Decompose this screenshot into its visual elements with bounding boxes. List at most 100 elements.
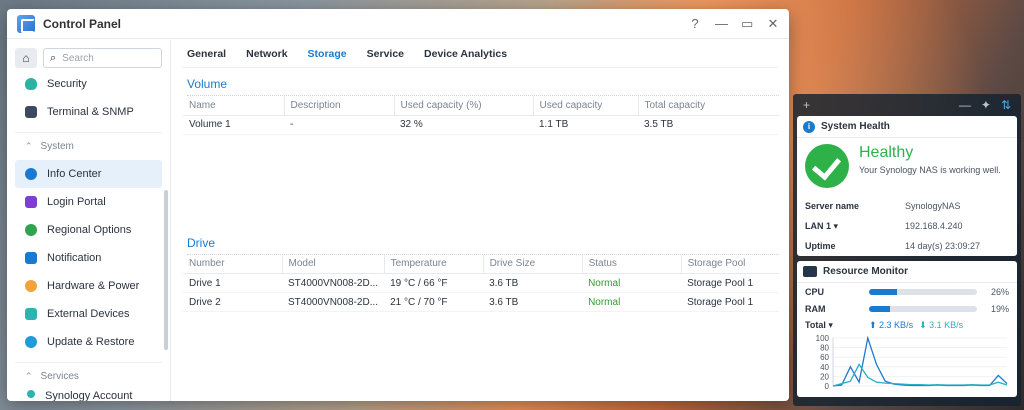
minimize-icon[interactable]: — <box>715 16 728 32</box>
column-header[interactable]: Model <box>282 254 385 274</box>
network-chart: 100 80 60 40 20 0 <box>797 334 1017 395</box>
resource-monitor-widget: Resource Monitor CPU 26% RAM 19% Total ▾… <box>797 261 1017 397</box>
sidebar-item-label: Notification <box>47 252 102 264</box>
volume-table: Name Description Used capacity (%) Used … <box>183 96 779 135</box>
sidebar-item-label: Synology Account <box>45 390 133 401</box>
tab-general[interactable]: General <box>187 48 226 60</box>
column-header[interactable]: Used capacity (%) <box>394 96 534 115</box>
column-header[interactable]: Temperature <box>384 254 484 274</box>
cpu-meter: CPU 26% <box>805 286 1009 297</box>
widgets-toolbar: + — ✦ ⇅ <box>797 94 1017 116</box>
close-icon[interactable]: ✕ <box>767 16 779 32</box>
status-normal: Normal <box>588 277 621 289</box>
control-panel-window: Control Panel ? — ▭ ✕ ⌂ ⌕ Security Te <box>7 9 789 401</box>
sidebar-item-hardware-power[interactable]: Hardware & Power <box>15 272 162 300</box>
tab-storage[interactable]: Storage <box>308 48 347 60</box>
sidebar-item-synology-account[interactable]: Synology Account <box>15 390 162 401</box>
upload-rate: ⬆ 2.3 KB/s <box>869 320 914 330</box>
maximize-icon[interactable]: ▭ <box>741 16 753 32</box>
widgets-panel: + — ✦ ⇅ i System Health Healthy Your Syn… <box>793 94 1021 406</box>
network-chart-svg: 100806040200 <box>816 334 1008 391</box>
sidebar-item-label: External Devices <box>47 308 130 320</box>
search-icon: ⌕ <box>50 51 57 64</box>
column-header[interactable]: Used capacity <box>533 96 639 115</box>
widget-title: System Health <box>821 121 890 132</box>
sidebar-item-terminal-snmp[interactable]: Terminal & SNMP <box>15 98 162 126</box>
sidebar-item-notification[interactable]: Notification <box>15 244 162 272</box>
external-device-icon <box>25 308 37 320</box>
uptime-row: Uptime 14 day(s) 23:09:27 <box>805 241 981 251</box>
y-tick-label: 0 <box>825 382 830 391</box>
volume-section-title: Volume <box>187 77 779 96</box>
checkmark-icon <box>805 144 849 188</box>
shield-icon <box>25 78 37 90</box>
system-health-widget: i System Health Healthy Your Synology NA… <box>797 116 1017 256</box>
window-controls: ? — ▭ ✕ <box>689 16 779 32</box>
y-tick-label: 40 <box>820 363 829 372</box>
section-services[interactable]: ⌃ Services <box>15 362 162 390</box>
search-input[interactable] <box>62 52 143 64</box>
drive-section-title: Drive <box>187 236 779 255</box>
sidebar-scrollbar[interactable] <box>164 190 168 350</box>
sidebar-item-label: Update & Restore <box>47 336 135 348</box>
ram-bar <box>869 305 977 312</box>
sidebar-item-external-devices[interactable]: External Devices <box>15 300 162 328</box>
tab-device-analytics[interactable]: Device Analytics <box>424 48 507 60</box>
cpu-bar <box>869 288 977 295</box>
sidebar-item-security[interactable]: Security <box>15 70 162 98</box>
sidebar-item-regional-options[interactable]: Regional Options <box>15 216 162 244</box>
y-tick-label: 80 <box>820 344 829 353</box>
terminal-icon <box>25 106 37 118</box>
network-row: Total ▾ ⬆ 2.3 KB/s ⬇ 3.1 KB/s <box>797 317 1017 334</box>
y-tick-label: 100 <box>816 334 830 343</box>
notification-icon <box>25 252 37 264</box>
sidebar-item-label: Security <box>47 78 87 90</box>
sidebar-item-label: Login Portal <box>47 196 106 208</box>
sidebar-item-update-restore[interactable]: Update & Restore <box>15 328 162 356</box>
table-row[interactable]: Drive 2 ST4000VN008-2D... 21 °C / 70 °F … <box>183 293 779 312</box>
lan-row[interactable]: LAN 1 ▾ 192.168.4.240 <box>797 216 1017 236</box>
y-tick-label: 60 <box>820 353 829 362</box>
minimize-widgets-icon[interactable]: — <box>959 98 971 112</box>
chevron-up-icon: ⌃ <box>25 371 33 381</box>
column-header[interactable]: Storage Pool <box>681 255 779 274</box>
column-header[interactable]: Total capacity <box>638 96 779 115</box>
account-icon <box>27 390 35 398</box>
refresh-icon <box>25 336 37 348</box>
column-header[interactable]: Number <box>183 254 283 274</box>
health-message: Your Synology NAS is working well. <box>859 165 1001 175</box>
column-header[interactable]: Drive Size <box>483 254 583 274</box>
sidebar-item-login-portal[interactable]: Login Portal <box>15 188 162 216</box>
drive-table: Number Model Temperature Drive Size Stat… <box>183 254 779 313</box>
add-widget-icon[interactable]: + <box>803 98 810 112</box>
health-status: Healthy <box>859 144 914 161</box>
info-icon <box>25 168 37 180</box>
server-name-row: Server name SynologyNAS <box>805 201 961 211</box>
widget-settings-icon[interactable]: ⇅ <box>1001 98 1011 112</box>
total-dropdown[interactable]: Total ▾ <box>805 320 863 331</box>
sidebar: ⌂ ⌕ Security Terminal & SNMP ⌃ System <box>7 40 171 401</box>
section-system[interactable]: ⌃ System <box>15 132 162 160</box>
status-normal: Normal <box>588 296 621 308</box>
sidebar-item-label: Hardware & Power <box>47 280 140 292</box>
login-portal-icon <box>25 196 37 208</box>
tab-network[interactable]: Network <box>246 48 287 60</box>
pin-icon[interactable]: ✦ <box>981 98 991 112</box>
help-icon[interactable]: ? <box>689 16 701 32</box>
titlebar: Control Panel ? — ▭ ✕ <box>7 9 789 39</box>
sidebar-item-label: Terminal & SNMP <box>47 106 134 118</box>
sidebar-item-info-center[interactable]: Info Center <box>15 160 162 188</box>
table-row[interactable]: Volume 1 - 32 % 1.1 TB 3.5 TB <box>183 115 779 134</box>
table-row[interactable]: Drive 1 ST4000VN008-2D... 19 °C / 66 °F … <box>183 274 779 293</box>
column-header[interactable]: Name <box>183 96 285 115</box>
column-header[interactable]: Status <box>582 254 682 274</box>
download-rate: ⬇ 3.1 KB/s <box>919 320 964 330</box>
tab-service[interactable]: Service <box>367 48 404 60</box>
column-header[interactable]: Description <box>284 96 395 115</box>
lightbulb-icon <box>25 280 37 292</box>
home-button[interactable]: ⌂ <box>15 48 37 68</box>
search-field[interactable]: ⌕ <box>43 48 162 68</box>
sidebar-item-label: Regional Options <box>47 224 132 236</box>
widget-title: Resource Monitor <box>823 266 909 277</box>
upload-series-line <box>832 335 1008 387</box>
